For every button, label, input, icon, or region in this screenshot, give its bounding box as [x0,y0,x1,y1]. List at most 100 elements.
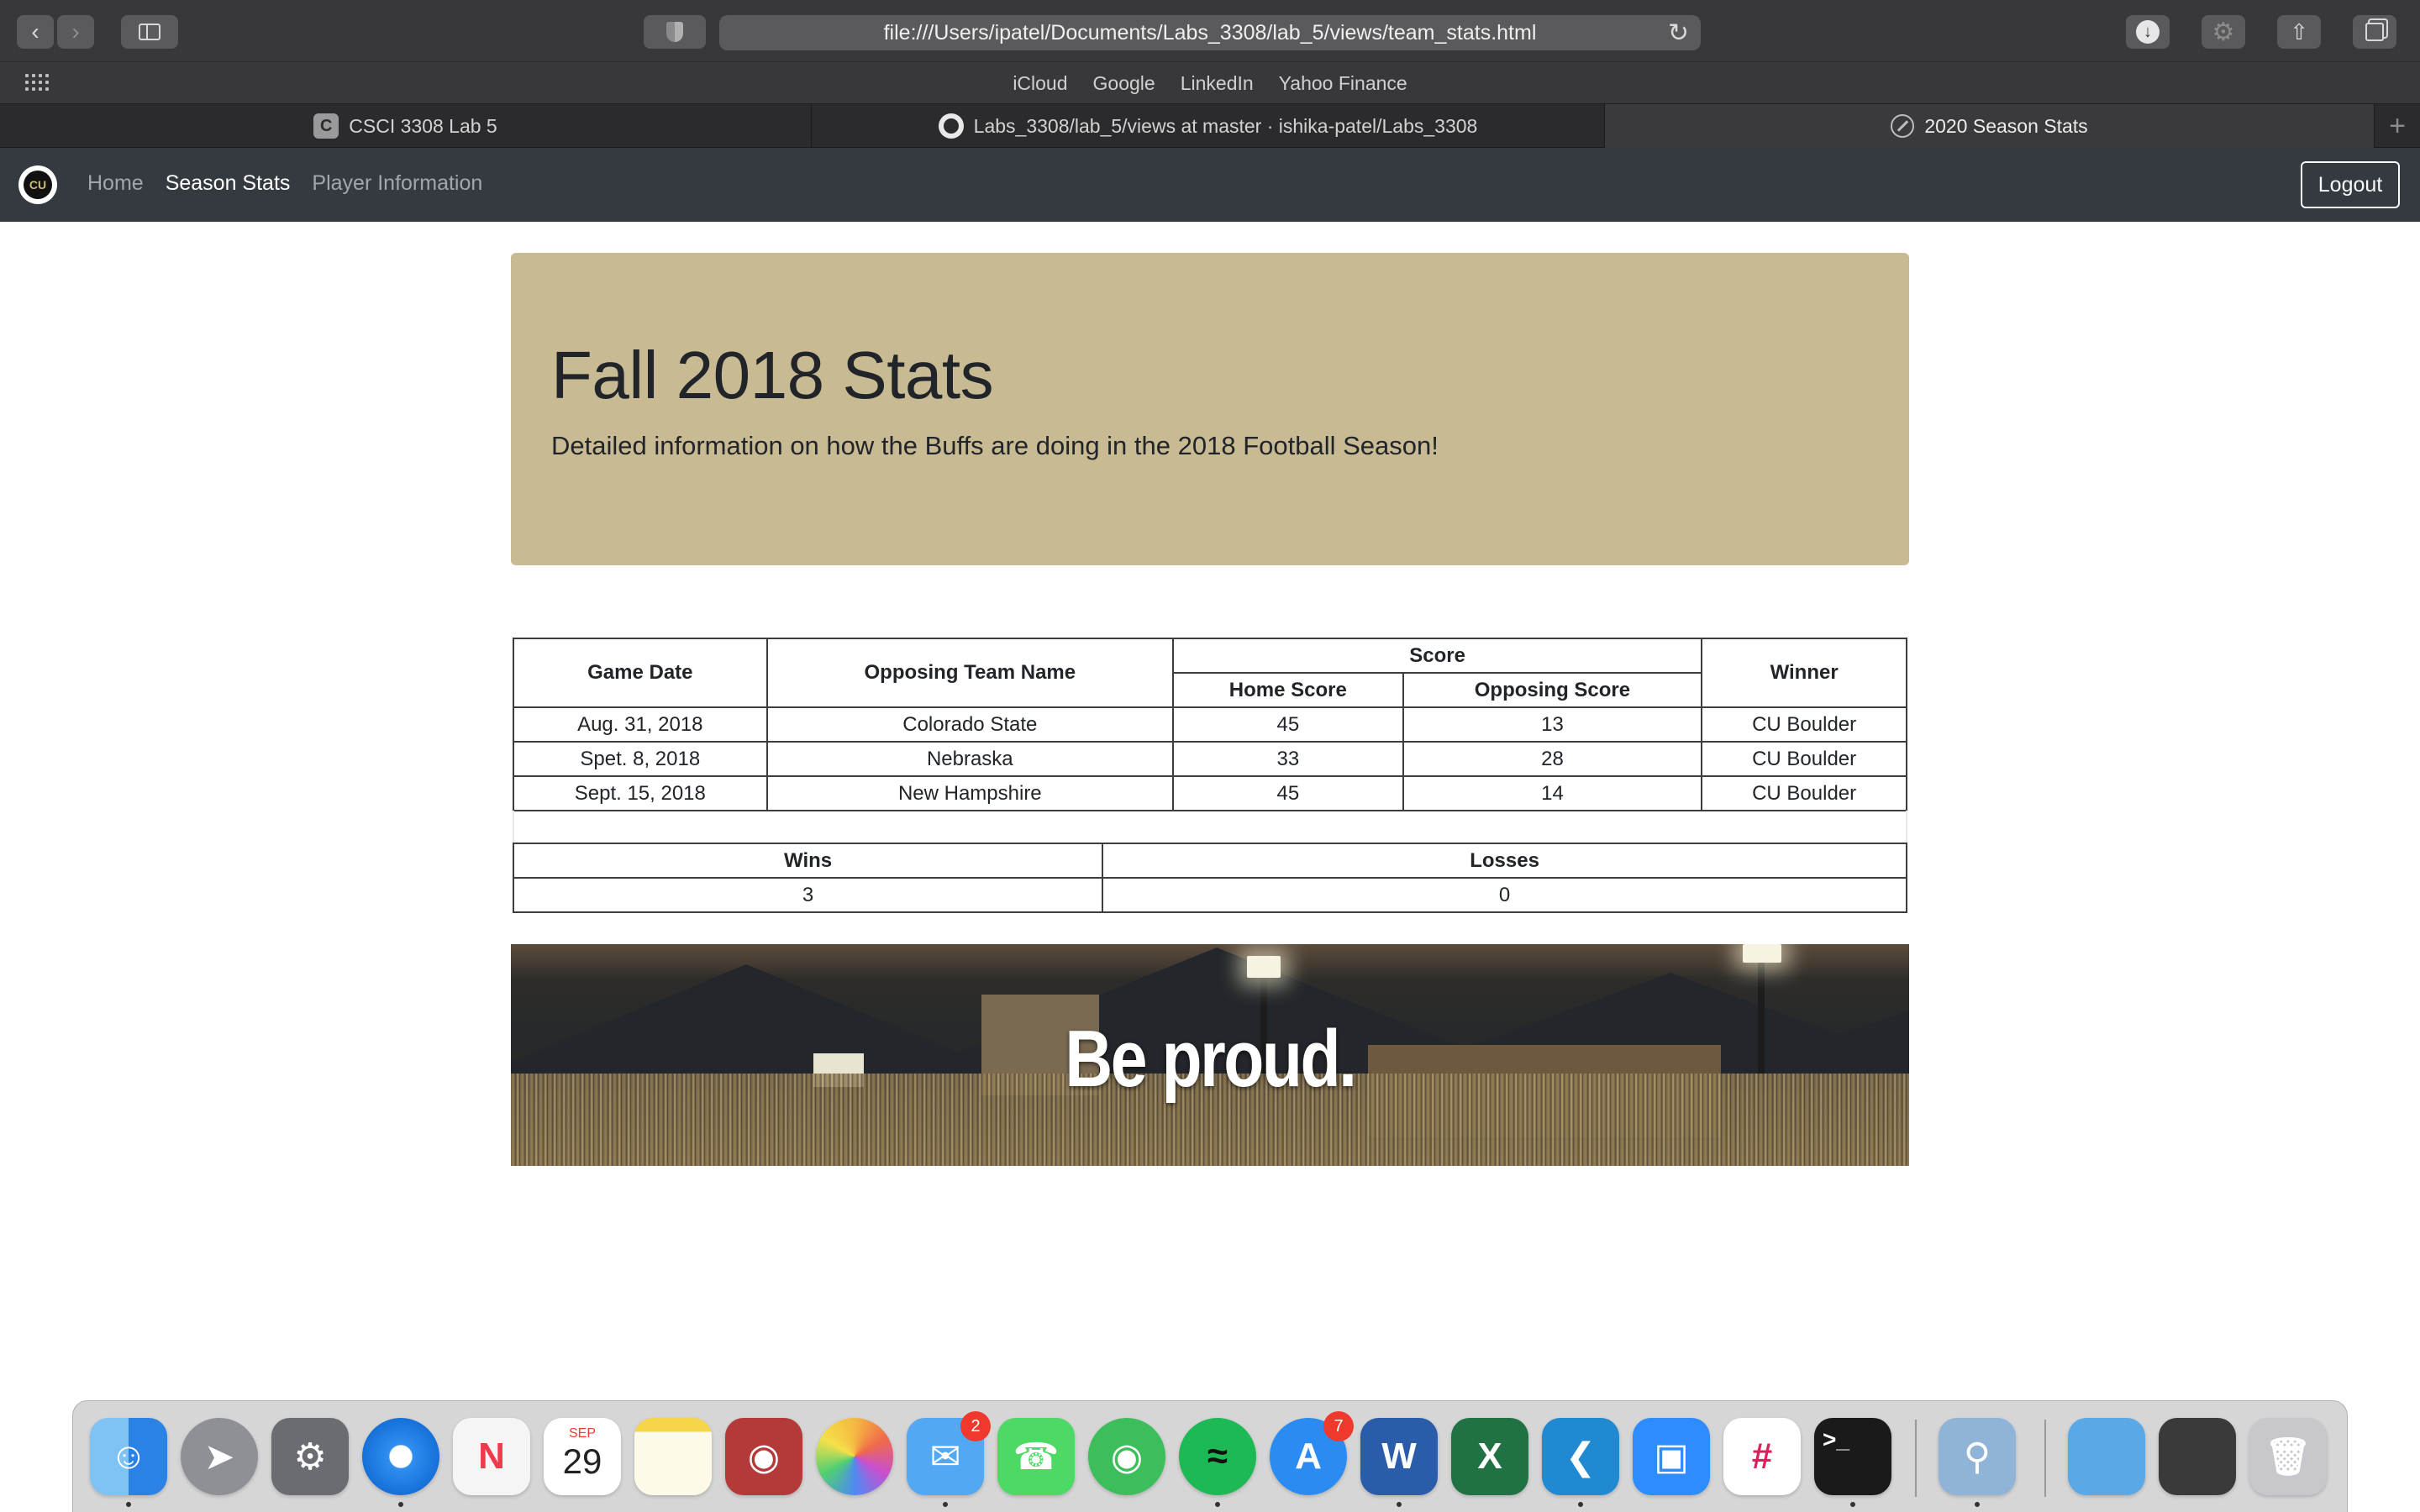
cell-winner: CU Boulder [1701,706,1907,743]
cell-opposing-score: 14 [1402,775,1703,811]
cell-winner: CU Boulder [1701,775,1907,811]
header-opposing-team: Opposing Team Name [765,638,1175,708]
table-row: Sept. 15, 2018 New Hampshire 45 14 CU Bo… [513,775,1907,811]
cell-home-score: 33 [1172,741,1404,777]
new-tab-button[interactable]: + [2375,104,2420,148]
compass-icon [1891,114,1915,138]
photos-icon[interactable] [816,1418,893,1495]
tab-season-stats[interactable]: 2020 Season Stats [1605,104,2375,148]
finder-icon[interactable]: ☺ [90,1418,167,1495]
notes-icon[interactable] [634,1418,712,1495]
cell-opposing-score: 28 [1402,741,1703,777]
browser-toolbar: ‹ › file:///Users/ipatel/Documents/Labs_… [0,0,2420,62]
tab-title: 2020 Season Stats [1924,114,2088,137]
back-button[interactable]: ‹ [17,15,54,49]
cell-home-score: 45 [1172,775,1404,811]
launchpad-icon[interactable]: ➤ [181,1418,258,1495]
table-row: Aug. 31, 2018 Colorado State 45 13 CU Bo… [513,706,1907,743]
photo-booth-icon[interactable]: ◉ [725,1418,802,1495]
table-spacer [513,811,1907,843]
downloads-button[interactable]: ↓ [2126,15,2170,49]
reload-icon[interactable]: ↻ [1668,18,1689,48]
header-wins: Wins [512,843,1104,879]
favorite-icloud[interactable]: iCloud [1013,72,1067,95]
page-lead: Detailed information on how the Buffs ar… [551,431,1439,460]
shield-icon [666,22,683,42]
favorite-google[interactable]: Google [1093,72,1155,95]
nav-link-home[interactable]: Home [87,171,144,196]
logout-button[interactable]: Logout [2301,161,2400,208]
cell-date: Spet. 8, 2018 [513,741,768,777]
gear-icon: ⚙ [2212,18,2235,46]
news-icon[interactable]: N [453,1418,530,1495]
calendar-month: SEP [568,1426,596,1441]
github-icon [938,113,964,139]
tabs-icon [2365,23,2384,41]
calendar-icon[interactable]: SEP 29 [544,1418,621,1495]
safari-icon[interactable] [362,1418,439,1495]
header-winner: Winner [1701,638,1907,708]
page-title: Fall 2018 Stats [551,338,994,412]
header-opposing-score: Opposing Score [1402,672,1703,708]
site-navbar: CU Home Season Stats Player Information … [0,148,2420,222]
preview-icon[interactable]: ⚲ [1939,1418,2016,1495]
privacy-report-button[interactable] [644,15,706,49]
spotify-icon[interactable]: ≈ [1179,1418,1256,1495]
header-score: Score [1171,638,1703,674]
folder-icon[interactable] [2068,1418,2145,1495]
find-my-icon[interactable]: ◉ [1088,1418,1165,1495]
cell-date: Aug. 31, 2018 [513,706,768,743]
nav-link-player-information[interactable]: Player Information [312,171,482,196]
system-preferences-icon[interactable]: ⚙ [271,1418,349,1495]
url-text: file:///Users/ipatel/Documents/Labs_3308… [883,20,1537,45]
header-game-date: Game Date [513,638,768,708]
cell-team: Colorado State [765,706,1175,743]
terminal-icon[interactable]: >_ [1814,1418,1891,1495]
be-proud-banner: Be proud. [511,944,1909,1166]
nav-link-season-stats[interactable]: Season Stats [166,171,291,196]
excel-icon[interactable]: X [1451,1418,1528,1495]
favorites-bar: iCloud Google LinkedIn Yahoo Finance [0,62,2420,104]
calendar-day: 29 [562,1441,602,1481]
cell-team: Nebraska [765,741,1175,777]
messages-icon[interactable]: ✉ 2 [907,1411,991,1495]
sidebar-toggle-button[interactable] [121,15,178,49]
games-table: Game Date Opposing Team Name Score Winne… [513,638,1907,811]
macos-dock: ☺ ➤ ⚙ N SEP 29 ◉ ✉ 2 ☎ ◉ ≈ A 7 W X ❮ ▣ #… [72,1400,2348,1512]
share-icon: ⇧ [2290,18,2308,45]
record-summary-table: Wins Losses 3 0 [512,843,1907,913]
header-home-score: Home Score [1172,672,1404,708]
tab-csci-lab[interactable]: C CSCI 3308 Lab 5 [0,104,812,148]
cell-home-score: 45 [1172,706,1404,743]
jumbotron: Fall 2018 Stats Detailed information on … [511,253,1909,565]
cell-date: Sept. 15, 2018 [513,775,768,811]
share-button[interactable]: ⇧ [2277,15,2321,49]
favorite-yahoo-finance[interactable]: Yahoo Finance [1279,72,1407,95]
slack-icon[interactable]: # [1723,1418,1801,1495]
tab-github[interactable]: Labs_3308/lab_5/views at master · ishika… [812,104,1605,148]
tab-bar: C CSCI 3308 Lab 5 Labs_3308/lab_5/views … [0,104,2420,148]
cell-opposing-score: 13 [1402,706,1703,743]
address-bar[interactable]: file:///Users/ipatel/Documents/Labs_3308… [719,15,1701,50]
table-row: Spet. 8, 2018 Nebraska 33 28 CU Boulder [513,741,1907,777]
tab-title: CSCI 3308 Lab 5 [349,114,497,137]
cell-team: New Hampshire [765,775,1175,811]
header-losses: Losses [1102,843,1907,879]
app-store-icon[interactable]: A 7 [1270,1411,1354,1495]
document-stack-icon[interactable] [2159,1418,2236,1495]
cu-football-logo[interactable]: CU [18,165,57,204]
table-row: 3 0 [512,877,1907,913]
favorite-linkedin[interactable]: LinkedIn [1181,72,1254,95]
extension-button[interactable]: ⚙ [2202,15,2245,49]
messages-badge: 2 [960,1411,991,1441]
facetime-icon[interactable]: ☎ [997,1418,1075,1495]
tab-overview-button[interactable] [2353,15,2396,49]
vscode-icon[interactable]: ❮ [1542,1418,1619,1495]
cell-wins: 3 [512,877,1104,913]
cell-winner: CU Boulder [1701,741,1907,777]
zoom-icon[interactable]: ▣ [1633,1418,1710,1495]
word-icon[interactable]: W [1360,1418,1438,1495]
c-favicon-icon: C [313,113,339,139]
trash-icon[interactable]: 🗑 [2249,1418,2327,1495]
forward-button[interactable]: › [57,15,94,49]
